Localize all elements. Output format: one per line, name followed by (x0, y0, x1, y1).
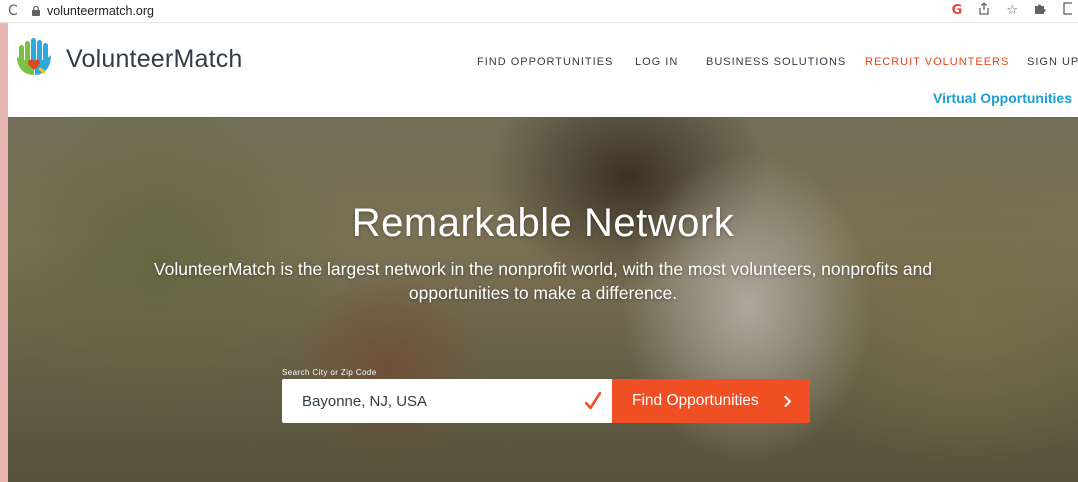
chevron-right-icon (784, 396, 791, 407)
checkmark-icon (585, 392, 601, 410)
page: VolunteerMatch FIND OPPORTUNITIES LOG IN… (8, 23, 1078, 482)
find-opportunities-label: Find Opportunities (632, 392, 759, 409)
location-search-field (282, 379, 612, 423)
virtual-opportunities-link[interactable]: Virtual Opportunities (933, 90, 1072, 106)
bookmark-star-icon[interactable]: ☆ (1006, 2, 1018, 20)
sidepanel-icon[interactable] (1063, 1, 1075, 21)
nav-business-solutions[interactable]: BUSINESS SOLUTIONS (706, 56, 846, 68)
hero-title: Remarkable Network (351, 201, 735, 245)
google-icon[interactable]: G (952, 2, 963, 20)
find-opportunities-button[interactable]: Find Opportunities (612, 379, 810, 423)
address-bar-url[interactable]: volunteermatch.org (47, 3, 154, 19)
nav-recruit-volunteers[interactable]: RECRUIT VOLUNTEERS (865, 56, 1009, 68)
hero-subtitle: VolunteerMatch is the largest network in… (153, 259, 933, 303)
reload-icon[interactable]: C (8, 2, 18, 20)
hero-banner: Remarkable Network VolunteerMatch is the… (8, 117, 1078, 482)
nav-find-opportunities[interactable]: FIND OPPORTUNITIES (477, 56, 613, 68)
share-icon[interactable] (978, 1, 990, 21)
lock-icon[interactable] (30, 5, 42, 17)
nav-sign-up[interactable]: SIGN UP (1027, 56, 1078, 68)
main-nav: FIND OPPORTUNITIES LOG IN BUSINESS SOLUT… (8, 56, 1078, 72)
location-search-input[interactable] (282, 379, 592, 423)
browser-toolbar: C volunteermatch.org G ☆ (0, 0, 1078, 23)
nav-log-in[interactable]: LOG IN (635, 56, 678, 68)
search-label: Search City or Zip Code (282, 368, 377, 377)
browser-action-icons: G ☆ (952, 1, 1078, 21)
extensions-icon[interactable] (1034, 2, 1047, 21)
